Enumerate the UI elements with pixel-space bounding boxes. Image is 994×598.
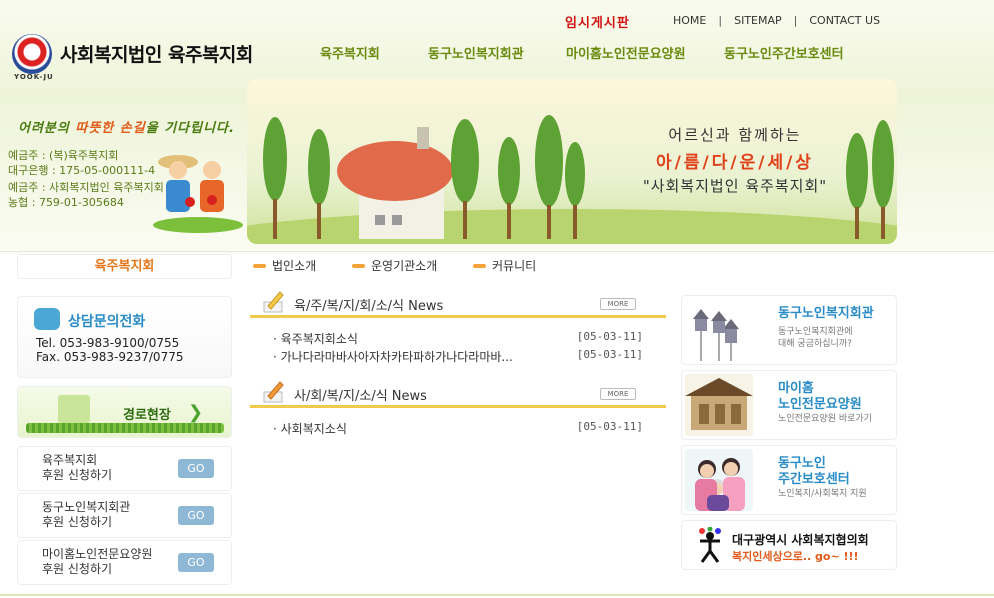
gnb-item-nursing-home[interactable]: 마이홈노인전문요양원 bbox=[566, 43, 686, 62]
more-button[interactable]: MORE bbox=[600, 298, 636, 310]
fax-number: Fax. 053-983-9237/0775 bbox=[36, 350, 184, 364]
council-link[interactable]: 대구광역시 사회복지협의회 복지인세상으로.. go~ !!! bbox=[681, 520, 897, 570]
support-org-label: 동구노인복지회관 bbox=[42, 500, 131, 514]
news-header: 육/주/복/지/회/소/식 News MORE bbox=[250, 290, 666, 318]
logo-subtext: YOOK-JU bbox=[14, 73, 54, 81]
news-header: 사/회/복/지/소/식 News MORE bbox=[250, 380, 666, 408]
news-title: 육/주/복/지/회/소/식 News bbox=[294, 299, 444, 314]
gnb-item-daycare-center[interactable]: 동구노인주간보호센터 bbox=[724, 43, 844, 62]
box-subtitle: 대해 궁금하십니까? bbox=[778, 339, 852, 349]
account-line: 예금주 : (복)육주복지회 bbox=[8, 149, 119, 162]
account-line: 농협 : 759-01-305684 bbox=[8, 196, 124, 209]
separator: | bbox=[718, 14, 723, 27]
tel-number: Tel. 053-983-9100/0755 bbox=[36, 336, 180, 350]
gnb-item-yookju[interactable]: 육주복지회 bbox=[320, 43, 380, 62]
go-button[interactable]: GO bbox=[178, 459, 214, 478]
account-line: 예금주 : 사회복지법인 육주복지회 bbox=[8, 181, 164, 194]
arrow-right-icon: ❯ bbox=[188, 402, 204, 423]
news-title: 사/회/복/지/소/식 News bbox=[294, 389, 427, 404]
box-subtitle: 동구노인복지회관에 bbox=[778, 327, 853, 337]
person-icon bbox=[699, 527, 721, 563]
contact-title: 상담문의전화 bbox=[68, 314, 146, 330]
section-title: 육주복지회 bbox=[17, 254, 232, 279]
gnb-item-welfare-center[interactable]: 동구노인복지회관 bbox=[428, 43, 524, 62]
pencil-icon bbox=[263, 381, 284, 403]
pencil-icon bbox=[263, 291, 284, 313]
nursing-home-link[interactable]: 마이홈 노인전문요양원 노인전문요양원 바로가기 bbox=[681, 370, 897, 440]
slogan: 어려분의 따뜻한 손길을 기다립니다. bbox=[18, 121, 235, 136]
footer-divider bbox=[0, 594, 994, 596]
news-item[interactable]: · 가나다라마바사아자차카타파하가나다라마바... [05-03-11] bbox=[273, 348, 643, 365]
support-box: 육주복지회 후원 신청하기 GO bbox=[17, 446, 232, 491]
box-title: 동구노인복지회관 bbox=[778, 306, 874, 321]
account-line: 대구은행 : 175-05-000111-4 bbox=[8, 164, 156, 177]
board-link[interactable]: 임시게시판 bbox=[565, 12, 630, 31]
news-item[interactable]: · 사회복지소식 [05-03-11] bbox=[273, 420, 643, 437]
top-links: HOME | SITEMAP | CONTACT US bbox=[673, 14, 880, 27]
support-box: 동구노인복지회관 후원 신청하기 GO bbox=[17, 493, 232, 538]
grass-decoration bbox=[26, 423, 224, 433]
contact-phone-box: 상담문의전화 Tel. 053-983-9100/0755 Fax. 053-9… bbox=[17, 296, 232, 378]
field-report-banner[interactable]: 경로현장 ❯ bbox=[17, 386, 232, 438]
go-button[interactable]: GO bbox=[178, 553, 214, 572]
welfare-center-link[interactable]: 동구노인복지회관 동구노인복지회관에 대해 궁금하십니까? bbox=[681, 295, 897, 365]
org-name[interactable]: 사회복지법인 육주복지회 bbox=[60, 40, 253, 67]
support-box: 마이홈노인전문요양원 후원 신청하기 GO bbox=[17, 540, 232, 585]
books-icon bbox=[58, 395, 90, 423]
box-title: 마이홈 노인전문요양원 bbox=[778, 381, 862, 412]
hanok-image bbox=[685, 374, 753, 436]
divider bbox=[0, 251, 994, 252]
phone-icon bbox=[34, 308, 60, 330]
separator: | bbox=[793, 14, 798, 27]
support-org-label: 마이홈노인전문요양원 bbox=[42, 547, 153, 561]
subnav-item-community[interactable]: 커뮤니티 bbox=[473, 257, 536, 274]
support-apply-label: 후원 신청하기 bbox=[42, 468, 113, 482]
people-image bbox=[685, 449, 753, 511]
box-title: 동구노인 주간보호센터 bbox=[778, 456, 850, 487]
logo-icon[interactable] bbox=[12, 34, 52, 74]
subnav-item-organizations[interactable]: 운영기관소개 bbox=[352, 257, 437, 274]
council-title: 대구광역시 사회복지협의회 bbox=[732, 533, 869, 547]
farmers-illustration bbox=[153, 155, 243, 233]
daycare-center-link[interactable]: 동구노인 주간보호센터 노인복지/사회복지 지원 bbox=[681, 445, 897, 515]
news-item[interactable]: · 육주복지회소식 [05-03-11] bbox=[273, 330, 643, 347]
sitemap-link[interactable]: SITEMAP bbox=[734, 14, 782, 27]
support-apply-label: 후원 신청하기 bbox=[42, 515, 113, 529]
contact-link[interactable]: CONTACT US bbox=[809, 14, 880, 27]
dash-icon bbox=[352, 263, 365, 268]
birdhouse-image bbox=[685, 299, 753, 361]
box-subtitle: 노인복지/사회복지 지원 bbox=[778, 489, 867, 499]
subnav-item-about[interactable]: 법인소개 bbox=[253, 257, 316, 274]
dash-icon bbox=[473, 263, 486, 268]
box-subtitle: 노인전문요양원 바로가기 bbox=[778, 414, 872, 424]
support-apply-label: 후원 신청하기 bbox=[42, 562, 113, 576]
home-link[interactable]: HOME bbox=[673, 14, 706, 27]
dash-icon bbox=[253, 263, 266, 268]
more-button[interactable]: MORE bbox=[600, 388, 636, 400]
council-subtitle: 복지인세상으로.. go~ !!! bbox=[732, 550, 859, 563]
banner-text: 어르신과 함께하는 아/름/다/운/세/상 "사회복지법인 육주복지회" bbox=[642, 126, 828, 195]
support-org-label: 육주복지회 bbox=[42, 453, 98, 467]
field-report-label: 경로현장 bbox=[123, 408, 171, 423]
go-button[interactable]: GO bbox=[178, 506, 214, 525]
